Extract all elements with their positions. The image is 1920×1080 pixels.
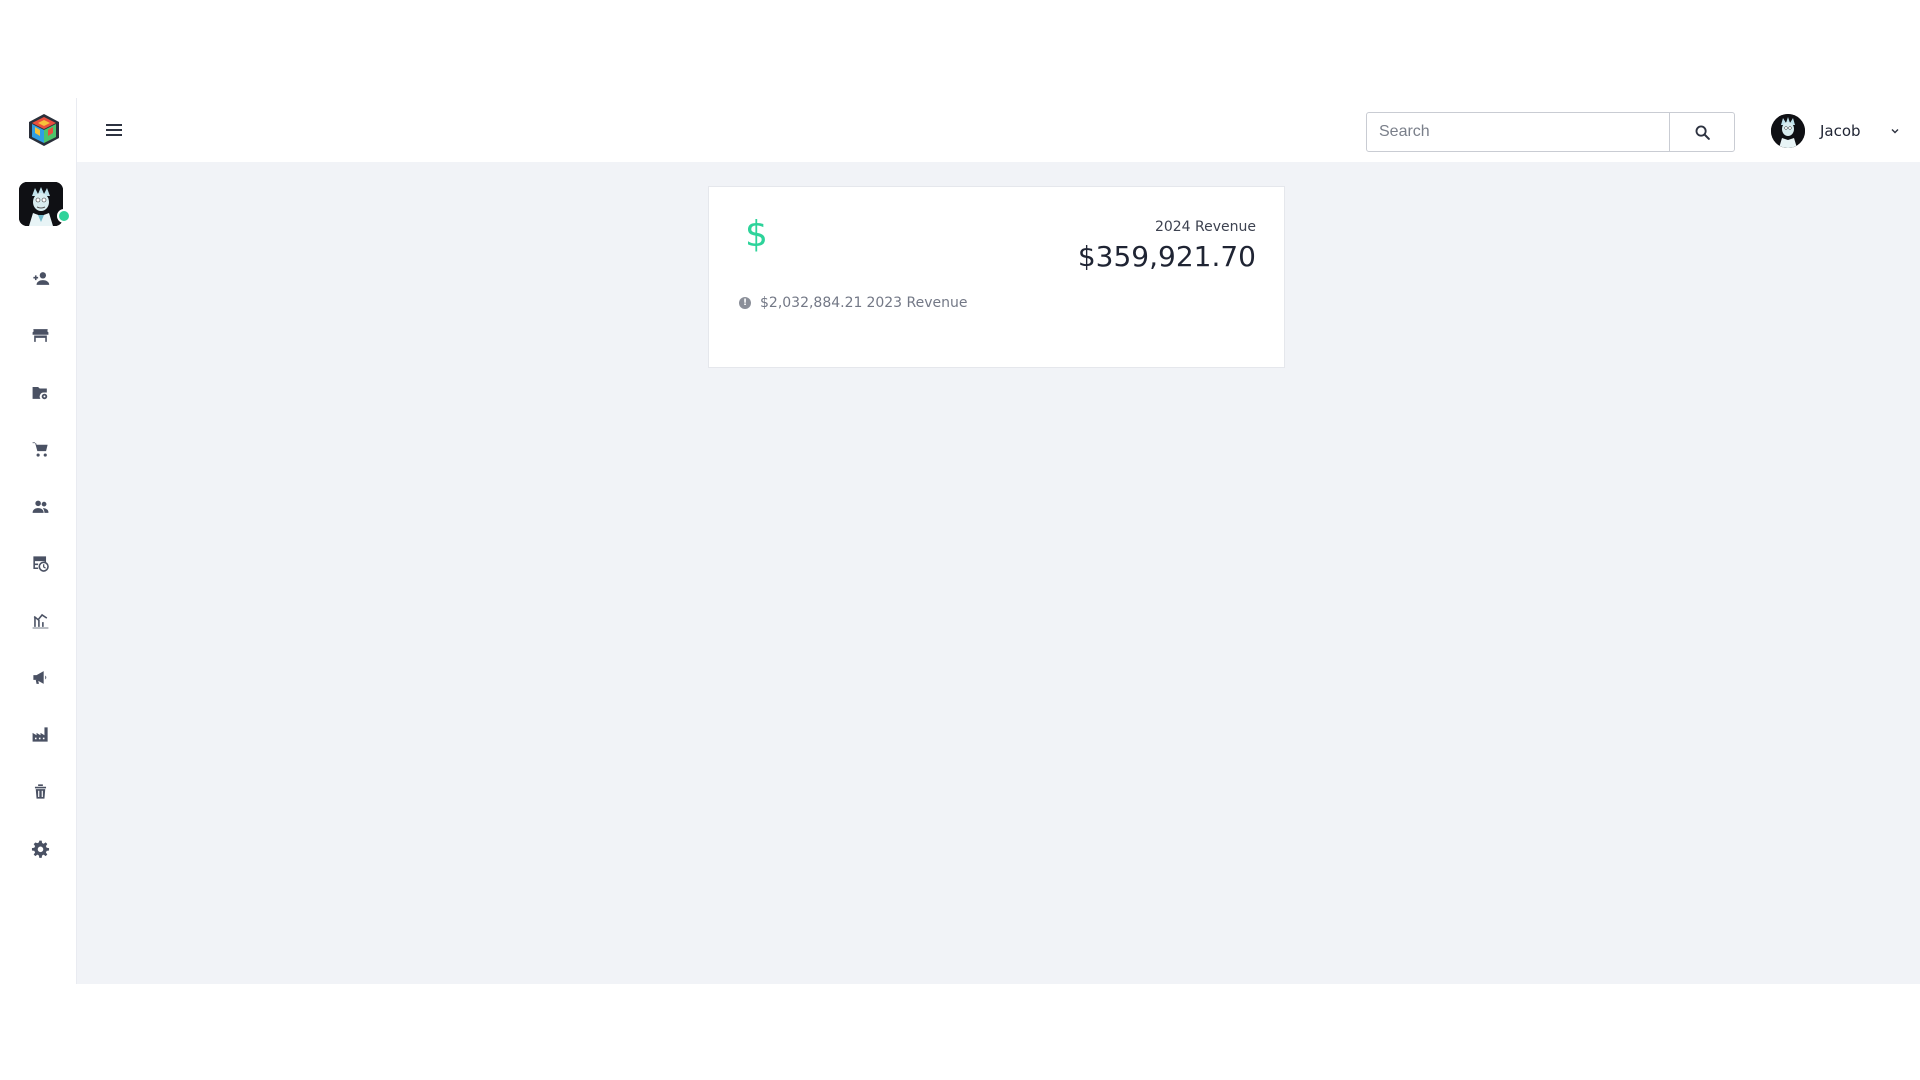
user-name: Jacob (1820, 122, 1861, 140)
shopping-cart-icon (32, 441, 48, 457)
main-content: $ 2024 Revenue $359,921.70 ! $2,032,884.… (77, 162, 1920, 984)
search-button[interactable] (1669, 113, 1734, 151)
previous-revenue-value: $2,032,884.21 (760, 295, 863, 311)
store-icon (32, 328, 48, 342)
online-status-dot (57, 209, 71, 223)
sidebar-item-trash[interactable] (22, 775, 58, 807)
factory-icon (32, 726, 48, 742)
user-menu[interactable]: Jacob (1771, 113, 1901, 149)
sidebar-item-campaigns[interactable] (22, 661, 58, 693)
app-shell: Jacob $ 2024 Revenue $359,921.70 ! $2,03… (0, 98, 1920, 984)
sidebar-item-add-user[interactable] (22, 262, 58, 294)
previous-revenue-label: 2023 Revenue (866, 295, 968, 311)
sidebar-avatar[interactable] (19, 182, 63, 226)
current-revenue-value: $359,921.70 (1077, 240, 1256, 273)
sidebar-item-factory[interactable] (22, 718, 58, 750)
topbar: Jacob (77, 98, 1920, 162)
sidebar-item-customers[interactable] (22, 490, 58, 522)
folder-gear-icon (32, 386, 47, 399)
search-input[interactable] (1367, 113, 1669, 151)
current-revenue-label: 2024 Revenue (1154, 219, 1256, 235)
search-icon (1695, 125, 1710, 140)
gear-icon (31, 840, 49, 858)
hamburger-icon (106, 124, 122, 136)
info-icon: ! (739, 297, 751, 309)
megaphone-icon (32, 670, 46, 684)
person-add-icon (32, 271, 49, 285)
sidebar (0, 98, 77, 984)
dollar-icon: $ (745, 214, 768, 255)
sidebar-item-settings[interactable] (22, 832, 58, 864)
people-icon (32, 500, 48, 513)
chevron-down-icon (1891, 129, 1899, 134)
sidebar-item-folder-settings[interactable] (22, 376, 58, 408)
sidebar-item-schedule[interactable] (22, 547, 58, 579)
logo-icon[interactable] (26, 112, 62, 148)
revenue-card: $ 2024 Revenue $359,921.70 ! $2,032,884.… (708, 186, 1285, 368)
sidebar-item-store[interactable] (22, 319, 58, 351)
table-clock-icon (32, 555, 49, 572)
menu-toggle-button[interactable] (102, 118, 126, 142)
sidebar-item-cart[interactable] (22, 433, 58, 465)
sidebar-item-analytics[interactable] (22, 604, 58, 636)
user-avatar (1771, 114, 1805, 148)
trash-icon (34, 783, 46, 799)
previous-revenue-row: ! $2,032,884.21 2023 Revenue (739, 295, 968, 311)
search-box (1366, 112, 1735, 152)
chart-icon (32, 613, 48, 628)
